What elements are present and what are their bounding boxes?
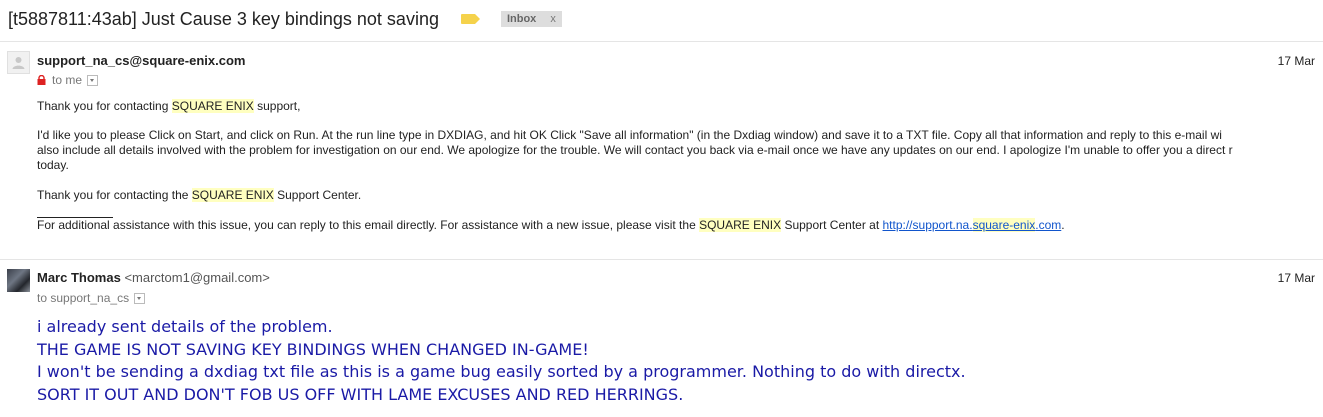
message-date: 17 Mar xyxy=(1277,54,1315,68)
dropdown-arrow-icon[interactable] xyxy=(87,74,99,86)
reply-body: i already sent details of the problem. T… xyxy=(37,316,966,406)
lock-icon xyxy=(37,75,46,85)
support-link[interactable]: http://support.na.square-enix.com xyxy=(883,218,1061,232)
recipient-line: to me xyxy=(37,73,99,87)
instructions-paragraph: I'd like you to please Click on Start, a… xyxy=(37,128,1233,172)
footer-line: For additional assistance with this issu… xyxy=(37,218,1065,232)
divider xyxy=(0,259,1323,260)
sender[interactable]: Marc Thomas <marctom1@gmail.com> xyxy=(37,270,270,285)
reply-line: SORT IT OUT AND DON'T FOB US OFF WITH LA… xyxy=(37,384,684,404)
label-tag-icon[interactable] xyxy=(460,14,480,24)
reply-line: THE GAME IS NOT SAVING KEY BINDINGS WHEN… xyxy=(37,339,589,359)
reply-line: i already sent details of the problem. xyxy=(37,317,333,336)
signature-rule xyxy=(37,217,113,218)
subject-bar: [t5887811:43ab] Just Cause 3 key binding… xyxy=(8,4,562,34)
recipient-label: to support_na_cs xyxy=(37,291,130,305)
remove-label-button[interactable]: x xyxy=(550,13,556,25)
default-avatar-icon xyxy=(7,51,30,74)
recipient-label: to me xyxy=(52,73,83,87)
reply-line: I won't be sending a dxdiag txt file as … xyxy=(37,362,966,381)
message-date: 17 Mar xyxy=(1277,271,1315,285)
divider xyxy=(0,41,1323,42)
message-body: Thank you for contacting SQUARE ENIX sup… xyxy=(37,99,1323,233)
dropdown-arrow-icon[interactable] xyxy=(134,292,146,304)
thread-subject: [t5887811:43ab] Just Cause 3 key binding… xyxy=(8,8,439,29)
recipient-line: to support_na_cs xyxy=(37,291,146,305)
greeting-line: Thank you for contacting SQUARE ENIX sup… xyxy=(37,99,301,113)
inbox-label-text: Inbox xyxy=(506,13,537,25)
inbox-label-chip[interactable]: Inbox x xyxy=(500,11,562,27)
thanks-line: Thank you for contacting the SQUARE ENIX… xyxy=(37,188,362,202)
sender-email[interactable]: support_na_cs@square-enix.com xyxy=(37,53,245,68)
avatar-photo xyxy=(7,269,30,292)
